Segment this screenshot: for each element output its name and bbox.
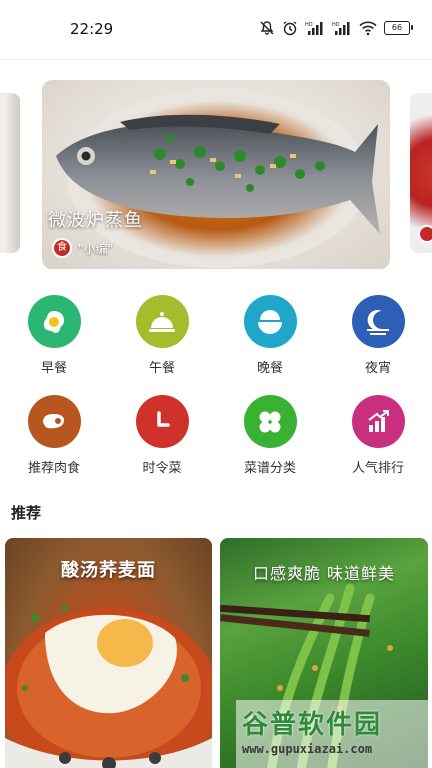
category-recipe-types[interactable]: 菜谱分类 [220, 395, 320, 476]
trending-icon [351, 395, 405, 448]
wifi-icon [359, 20, 377, 36]
alarm-icon [282, 20, 298, 36]
moon-icon [351, 295, 405, 348]
category-label: 夜宵 [364, 361, 391, 376]
recipe-card-title: 酸汤荞麦面 [61, 560, 156, 581]
bowl-icon [243, 295, 297, 348]
category-popular-ranking[interactable]: 人气排行 [328, 395, 428, 476]
author-name: "小编" [78, 241, 114, 256]
cloche-icon [135, 295, 189, 348]
section-title-recommend: 推荐 [11, 504, 42, 522]
banner-prev-card[interactable] [0, 93, 20, 253]
category-label: 午餐 [148, 361, 175, 376]
meat-icon [27, 395, 81, 448]
category-label: 早餐 [40, 361, 67, 376]
status-icons: HD HD 66 [259, 20, 413, 36]
hd-signal-icon: HD [305, 20, 325, 36]
author-logo-icon: 食 [52, 238, 72, 258]
status-bar: 22:29 HD HD 66 [0, 0, 432, 60]
category-label: 晚餐 [256, 361, 283, 376]
category-recommended-meat[interactable]: 推荐肉食 [4, 395, 104, 476]
category-dinner[interactable]: 晚餐 [220, 295, 320, 376]
author-logo-icon [418, 225, 432, 243]
category-breakfast[interactable]: 早餐 [4, 295, 104, 376]
svg-text:HD: HD [332, 22, 340, 28]
watermark: 谷普软件园 www.gupuxiazai.com [236, 700, 432, 768]
banner-author: 食 "小编" [52, 238, 113, 258]
recipe-card[interactable]: 酸汤荞麦面 [5, 538, 212, 768]
watermark-title: 谷普软件园 [242, 710, 383, 740]
category-label: 菜谱分类 [243, 461, 296, 476]
mute-icon [259, 20, 275, 36]
banner-title: 微波炉蒸鱼 [48, 210, 143, 231]
category-label: 时令菜 [142, 461, 182, 476]
clover-icon [243, 395, 297, 448]
egg-icon [27, 295, 81, 348]
status-time: 22:29 [70, 20, 114, 38]
recipe-card-title: 口感爽脆 味道鲜美 [252, 564, 396, 583]
battery-icon: 66 [384, 21, 413, 35]
category-late-night[interactable]: 夜宵 [328, 295, 428, 376]
banner-next-card[interactable] [410, 93, 432, 253]
category-lunch[interactable]: 午餐 [112, 295, 212, 376]
svg-text:HD: HD [305, 22, 313, 28]
hd-signal-icon: HD [332, 20, 352, 36]
banner-carousel[interactable]: 微波炉蒸鱼 食 "小编" [0, 60, 432, 285]
category-label: 推荐肉食 [27, 461, 80, 476]
category-seasonal[interactable]: 时令菜 [112, 395, 212, 476]
clock-icon [135, 395, 189, 448]
category-label: 人气排行 [351, 461, 404, 476]
banner-card[interactable]: 微波炉蒸鱼 食 "小编" [42, 80, 390, 269]
watermark-url: www.gupuxiazai.com [242, 742, 373, 756]
